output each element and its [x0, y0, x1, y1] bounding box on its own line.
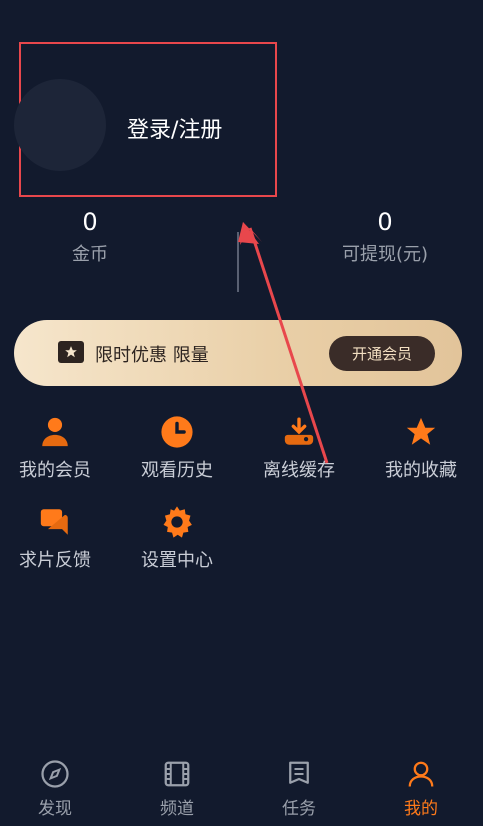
- feature-label: 设置中心: [141, 550, 213, 571]
- task-icon: [281, 756, 317, 792]
- profile-icon: [403, 756, 439, 792]
- feature-label: 求片反馈: [19, 550, 91, 571]
- tab-label: 任务: [282, 799, 316, 819]
- chat-icon: [35, 502, 75, 542]
- feature-my-membership[interactable]: 我的会员: [0, 412, 110, 482]
- user-icon: [35, 412, 75, 452]
- feature-request-feedback[interactable]: 求片反馈: [0, 502, 110, 572]
- tab-mine[interactable]: 我的: [381, 756, 461, 819]
- avatar[interactable]: [14, 79, 106, 171]
- feature-watch-history[interactable]: 观看历史: [122, 412, 232, 482]
- open-vip-button[interactable]: 开通会员: [329, 336, 435, 371]
- tab-channels[interactable]: 频道: [137, 756, 217, 819]
- feature-label: 观看历史: [141, 460, 213, 481]
- gear-icon: [157, 502, 197, 542]
- ticket-icon: [58, 341, 84, 363]
- feature-label: 我的收藏: [385, 460, 457, 481]
- withdrawable-stat[interactable]: 0 可提现(元): [315, 208, 455, 266]
- tab-tasks[interactable]: 任务: [259, 756, 339, 819]
- feature-my-favorites[interactable]: 我的收藏: [366, 412, 476, 482]
- download-icon: [279, 412, 319, 452]
- star-icon: [401, 412, 441, 452]
- feature-label: 我的会员: [19, 460, 91, 481]
- tab-discover[interactable]: 发现: [15, 756, 95, 819]
- film-icon: [159, 756, 195, 792]
- feature-settings[interactable]: 设置中心: [122, 502, 232, 572]
- compass-icon: [37, 756, 73, 792]
- tab-label: 发现: [38, 799, 72, 819]
- vip-banner[interactable]: 限时优惠 限量 开通会员: [14, 320, 462, 386]
- tab-label: 我的: [404, 799, 438, 819]
- coins-value: 0: [82, 208, 98, 236]
- clock-icon: [157, 412, 197, 452]
- coins-label: 金币: [72, 244, 108, 265]
- vip-promo-text: 限时优惠 限量: [95, 345, 209, 366]
- coins-stat[interactable]: 0 金币: [20, 208, 160, 266]
- tab-label: 频道: [160, 799, 194, 819]
- bottom-tab-bar: 发现 频道 任务 我的: [0, 750, 483, 826]
- login-register-link[interactable]: 登录/注册: [127, 112, 222, 144]
- withdrawable-label: 可提现(元): [341, 244, 429, 265]
- stats-divider: [237, 232, 239, 292]
- feature-offline-cache[interactable]: 离线缓存: [244, 412, 354, 482]
- withdrawable-value: 0: [377, 208, 393, 236]
- feature-label: 离线缓存: [263, 460, 335, 481]
